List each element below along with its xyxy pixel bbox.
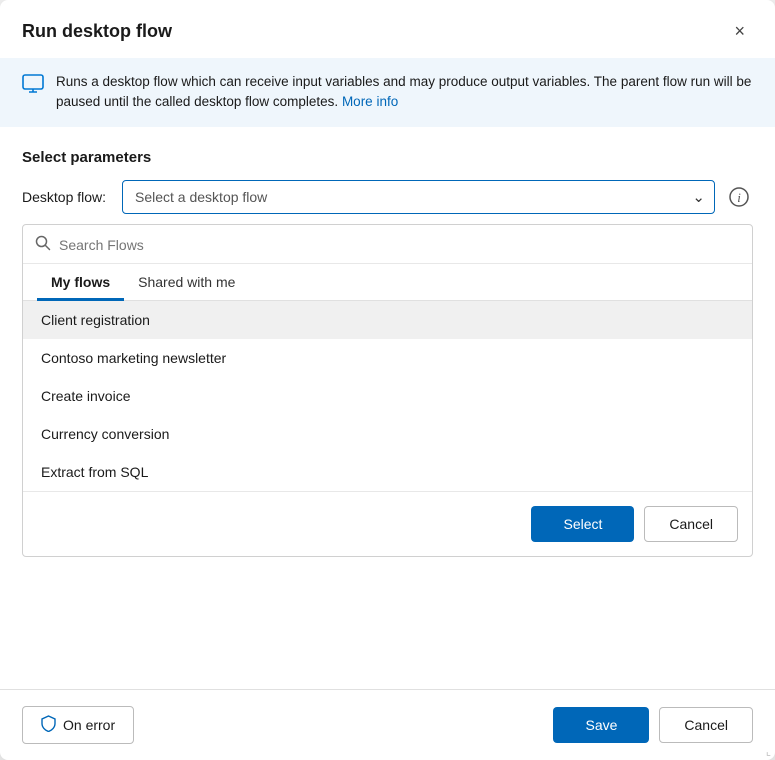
- cancel-footer-button[interactable]: Cancel: [659, 707, 753, 743]
- search-icon: [35, 235, 51, 255]
- run-desktop-flow-dialog: Run desktop flow × Runs a desktop flow w…: [0, 0, 775, 760]
- on-error-label: On error: [63, 717, 115, 733]
- desktop-flow-select[interactable]: Select a desktop flow: [122, 180, 715, 214]
- resize-handle: ⌞: [766, 745, 771, 758]
- on-error-button[interactable]: On error: [22, 706, 134, 744]
- search-box-wrap: [23, 225, 752, 264]
- close-button[interactable]: ×: [726, 18, 753, 44]
- flow-list: Client registration Contoso marketing ne…: [23, 301, 752, 491]
- section-title: Select parameters: [0, 127, 775, 180]
- flow-item[interactable]: Create invoice: [23, 377, 752, 415]
- footer-right: Save Cancel: [553, 707, 753, 743]
- info-circle-button[interactable]: i: [725, 183, 753, 211]
- dialog-footer: On error Save Cancel: [0, 689, 775, 760]
- flow-item[interactable]: Contoso marketing newsletter: [23, 339, 752, 377]
- flow-item[interactable]: Currency conversion: [23, 415, 752, 453]
- search-input[interactable]: [59, 237, 740, 253]
- shield-icon: [41, 715, 56, 735]
- flow-item[interactable]: Client registration: [23, 301, 752, 339]
- svg-text:i: i: [737, 190, 741, 205]
- select-button[interactable]: Select: [531, 506, 634, 542]
- save-button[interactable]: Save: [553, 707, 649, 743]
- tab-shared-with-me[interactable]: Shared with me: [124, 264, 249, 301]
- dialog-title: Run desktop flow: [22, 21, 172, 42]
- info-banner-text: Runs a desktop flow which can receive in…: [56, 72, 753, 113]
- desktop-flow-dropdown-wrap: Select a desktop flow ⌄: [122, 180, 715, 214]
- desktop-flow-field-row: Desktop flow: Select a desktop flow ⌄ i: [0, 180, 775, 214]
- tabs-row: My flows Shared with me: [23, 264, 752, 301]
- desktop-flow-label: Desktop flow:: [22, 189, 112, 205]
- flow-item[interactable]: Extract from SQL: [23, 453, 752, 491]
- dropdown-actions: Select Cancel: [23, 491, 752, 556]
- cancel-dropdown-button[interactable]: Cancel: [644, 506, 738, 542]
- monitor-icon: [22, 74, 44, 100]
- dialog-titlebar: Run desktop flow ×: [0, 0, 775, 58]
- tab-my-flows[interactable]: My flows: [37, 264, 124, 301]
- more-info-link[interactable]: More info: [342, 94, 398, 109]
- dropdown-popup: My flows Shared with me Client registrat…: [22, 224, 753, 557]
- info-banner: Runs a desktop flow which can receive in…: [0, 58, 775, 127]
